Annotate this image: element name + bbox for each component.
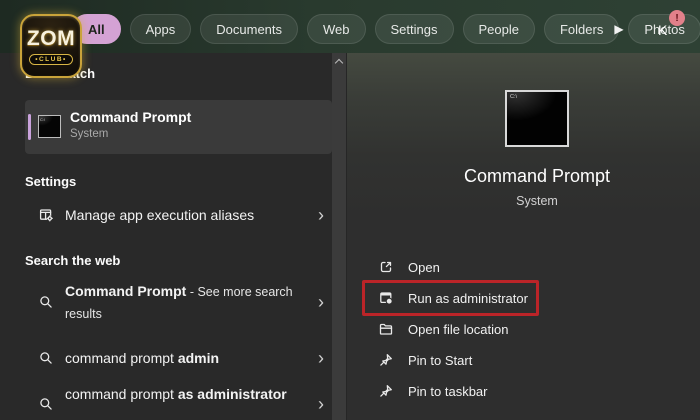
web-result-see-more[interactable]: Command Prompt - See more search results… xyxy=(25,280,332,324)
settings-section-header: Settings xyxy=(25,174,76,189)
action-list: Open Run as administrator xyxy=(365,252,536,407)
filter-tab-documents[interactable]: Documents xyxy=(200,14,298,44)
selection-accent-bar xyxy=(28,114,31,140)
filter-tab-apps[interactable]: Apps xyxy=(130,14,192,44)
web-result-command-prompt-as-administrator[interactable]: command prompt as administrator › xyxy=(25,382,332,420)
chevron-right-icon: › xyxy=(318,350,324,366)
search-icon xyxy=(38,350,54,366)
action-open[interactable]: Open xyxy=(365,252,536,282)
command-prompt-icon-large: C:\ xyxy=(505,90,569,147)
best-match-subtitle: System xyxy=(70,128,191,140)
filter-tab-settings[interactable]: Settings xyxy=(375,14,454,44)
pin-icon xyxy=(378,352,394,368)
web-result-command-prompt-admin[interactable]: command prompt admin › xyxy=(25,344,332,374)
chevron-right-icon: › xyxy=(318,396,324,412)
web-query-bold: admin xyxy=(178,350,219,366)
settings-result-manage-app-execution-aliases[interactable]: Manage app execution aliases › xyxy=(25,200,332,230)
action-run-as-administrator[interactable]: Run as administrator xyxy=(362,280,539,316)
open-external-icon xyxy=(378,259,394,275)
action-pin-to-taskbar[interactable]: Pin to taskbar xyxy=(365,376,536,406)
search-icon xyxy=(38,294,54,310)
action-pin-to-start[interactable]: Pin to Start xyxy=(365,345,536,375)
action-label: Open file location xyxy=(408,322,508,337)
action-open-file-location[interactable]: Open file location xyxy=(365,314,536,344)
filter-tab-people[interactable]: People xyxy=(463,14,535,44)
preview-app-title: Command Prompt xyxy=(347,166,700,187)
command-prompt-icon: C:\ xyxy=(38,115,61,138)
preview-panel: C:\ Command Prompt System Open xyxy=(347,53,700,420)
user-avatar[interactable]: K ! xyxy=(656,16,686,42)
chevron-right-icon: › xyxy=(318,294,324,310)
run-as-admin-icon xyxy=(378,290,394,306)
play-arrow-icon: ▶ xyxy=(614,22,623,36)
best-match-title: Command Prompt xyxy=(70,109,191,125)
search-the-web-header: Search the web xyxy=(25,253,120,268)
chevron-right-icon: › xyxy=(318,207,324,223)
search-results-panel: Best match C:\ Command Prompt System Set… xyxy=(0,53,332,420)
windows-search-window: All Apps Documents Web Settings People F… xyxy=(0,0,700,420)
user-initial: K xyxy=(658,22,667,38)
more-filters-button[interactable]: ▶ xyxy=(606,16,632,42)
preview-app-subtitle: System xyxy=(347,194,700,208)
action-label: Run as administrator xyxy=(408,291,528,306)
web-query-prefix: command prompt xyxy=(65,386,178,402)
notification-badge: ! xyxy=(669,10,685,26)
settings-result-label: Manage app execution aliases xyxy=(65,205,254,225)
zom-logo-text: ZOM xyxy=(27,27,75,51)
web-query-prefix: command prompt xyxy=(65,350,178,366)
action-label: Pin to Start xyxy=(408,353,472,368)
scroll-up-icon[interactable] xyxy=(335,59,343,67)
zom-club-label: •CLUB• xyxy=(29,54,73,65)
results-scrollbar[interactable] xyxy=(332,53,347,420)
search-icon xyxy=(38,396,54,412)
web-query-bold: as administrator xyxy=(178,386,287,402)
action-label: Open xyxy=(408,260,440,275)
search-filter-bar: All Apps Documents Web Settings People F… xyxy=(0,0,700,53)
folder-icon xyxy=(378,321,394,337)
zom-club-logo: ZOM •CLUB• xyxy=(20,14,82,78)
web-query-bold: Command Prompt xyxy=(65,283,186,299)
pin-icon xyxy=(378,383,394,399)
best-match-result-command-prompt[interactable]: C:\ Command Prompt System xyxy=(25,100,332,154)
filter-tab-web[interactable]: Web xyxy=(307,14,366,44)
app-settings-icon xyxy=(38,207,54,223)
action-label: Pin to taskbar xyxy=(408,384,488,399)
